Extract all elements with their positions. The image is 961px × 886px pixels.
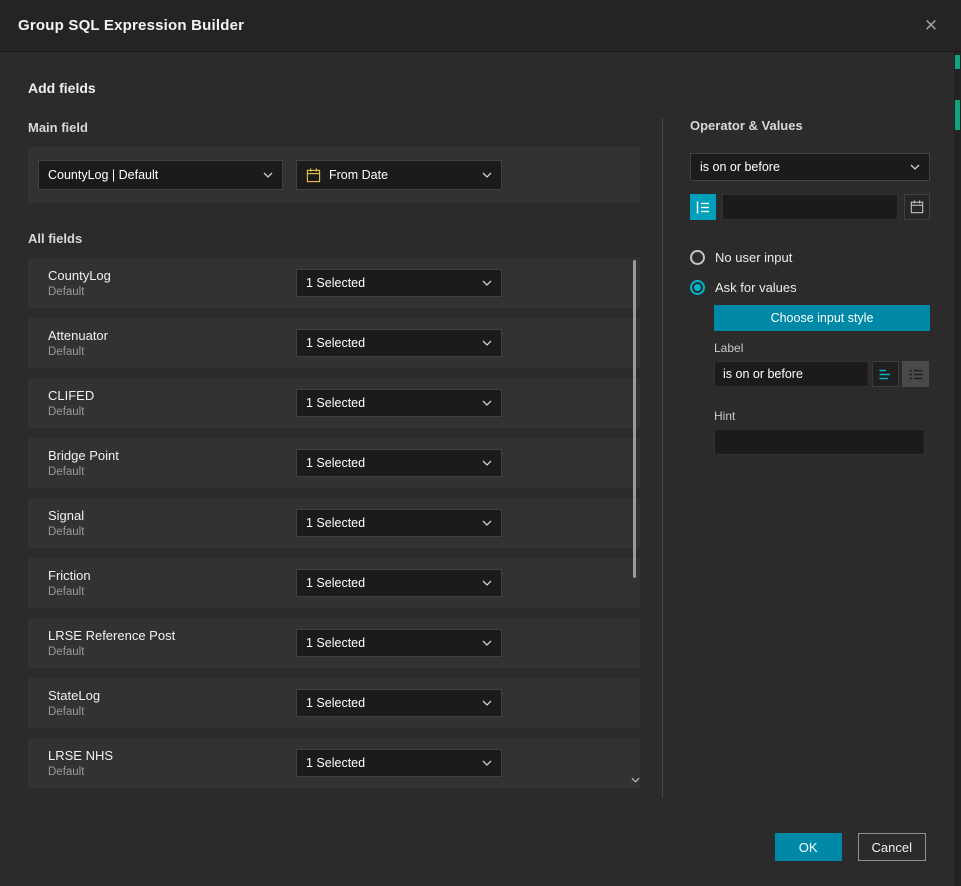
- operator-values-section: Operator & Values is on or before No use…: [690, 118, 930, 455]
- field-row: Bridge Point Default 1 Selected: [28, 438, 640, 488]
- scroll-down-icon[interactable]: [630, 770, 640, 788]
- selected-count-value: 1 Selected: [306, 696, 474, 710]
- main-field-panel: CountyLog | Default From Date: [28, 147, 640, 203]
- chevron-down-icon: [482, 172, 492, 178]
- selected-count-dropdown[interactable]: 1 Selected: [296, 629, 502, 657]
- chevron-down-icon: [910, 164, 920, 170]
- input-style-menu-button[interactable]: [902, 361, 929, 387]
- value-input-row: [690, 194, 930, 220]
- no-user-input-radio[interactable]: No user input: [690, 245, 930, 269]
- field-dropdown-value: From Date: [329, 168, 474, 182]
- selected-count-dropdown[interactable]: 1 Selected: [296, 689, 502, 717]
- chevron-down-icon: [482, 520, 492, 526]
- add-fields-heading: Add fields: [28, 80, 640, 96]
- calendar-icon: [306, 168, 321, 183]
- chevron-down-icon: [482, 460, 492, 466]
- radio-unselected-icon: [690, 250, 705, 265]
- dialog-title: Group SQL Expression Builder: [18, 17, 244, 34]
- chevron-down-icon: [263, 172, 273, 178]
- selected-count-dropdown[interactable]: 1 Selected: [296, 269, 502, 297]
- add-fields-section: Add fields Main field CountyLog | Defaul…: [28, 80, 640, 798]
- chevron-down-icon: [482, 400, 492, 406]
- operator-values-heading: Operator & Values: [690, 118, 930, 133]
- choose-input-style-button[interactable]: Choose input style: [714, 305, 930, 331]
- main-field-label: Main field: [28, 120, 640, 135]
- field-row: CLIFED Default 1 Selected: [28, 378, 640, 428]
- operator-dropdown[interactable]: is on or before: [690, 153, 930, 181]
- chevron-down-icon: [482, 640, 492, 646]
- selected-count-dropdown[interactable]: 1 Selected: [296, 509, 502, 537]
- input-mode-radios: No user input Ask for values: [690, 245, 930, 299]
- selected-count-value: 1 Selected: [306, 516, 474, 530]
- calendar-icon: [910, 200, 924, 214]
- unique-values-button[interactable]: [690, 194, 716, 220]
- close-icon[interactable]: ✕: [919, 14, 943, 38]
- label-field-label: Label: [714, 341, 930, 355]
- ask-for-values-options: Choose input style Label Hint: [714, 305, 930, 455]
- scrollbar-thumb[interactable]: [633, 260, 636, 578]
- scroll-mark: [955, 100, 960, 130]
- selected-count-value: 1 Selected: [306, 276, 474, 290]
- selected-count-dropdown[interactable]: 1 Selected: [296, 569, 502, 597]
- list-scrollbar[interactable]: [630, 258, 640, 788]
- label-input-row: [714, 361, 930, 387]
- column-divider: [662, 118, 663, 798]
- field-row: Signal Default 1 Selected: [28, 498, 640, 548]
- menu-style-icon: [909, 368, 923, 381]
- selected-count-dropdown[interactable]: 1 Selected: [296, 449, 502, 477]
- field-row: CountyLog Default 1 Selected: [28, 258, 640, 308]
- selected-count-dropdown[interactable]: 1 Selected: [296, 329, 502, 357]
- ok-button[interactable]: OK: [775, 833, 842, 861]
- list-style-icon: [879, 368, 893, 381]
- field-row: LRSE Reference Post Default 1 Selected: [28, 618, 640, 668]
- field-row: Friction Default 1 Selected: [28, 558, 640, 608]
- chevron-down-icon: [482, 700, 492, 706]
- values-list-icon: [696, 201, 710, 214]
- selected-count-value: 1 Selected: [306, 456, 474, 470]
- selected-count-value: 1 Selected: [306, 336, 474, 350]
- scroll-mark: [955, 55, 960, 69]
- chevron-down-icon: [482, 280, 492, 286]
- hint-field-label: Hint: [714, 409, 930, 423]
- operator-dropdown-value: is on or before: [700, 160, 902, 174]
- hint-input[interactable]: [714, 429, 925, 455]
- value-date-input[interactable]: [722, 194, 898, 220]
- date-picker-button[interactable]: [904, 194, 930, 220]
- layer-dropdown[interactable]: CountyLog | Default: [38, 160, 283, 190]
- no-user-input-label: No user input: [715, 250, 792, 265]
- field-dropdown[interactable]: From Date: [296, 160, 502, 190]
- field-row: LRSE NHS Default 1 Selected: [28, 738, 640, 788]
- chevron-down-icon: [482, 580, 492, 586]
- chevron-down-icon: [482, 340, 492, 346]
- selected-count-value: 1 Selected: [306, 636, 474, 650]
- selected-count-value: 1 Selected: [306, 756, 474, 770]
- layer-dropdown-value: CountyLog | Default: [48, 168, 255, 182]
- field-row: StateLog Default 1 Selected: [28, 678, 640, 728]
- dialog-header: Group SQL Expression Builder ✕: [0, 0, 961, 52]
- selected-count-dropdown[interactable]: 1 Selected: [296, 389, 502, 417]
- selected-count-value: 1 Selected: [306, 396, 474, 410]
- cancel-button[interactable]: Cancel: [858, 833, 926, 861]
- ask-for-values-radio[interactable]: Ask for values: [690, 275, 930, 299]
- all-fields-label: All fields: [28, 231, 640, 246]
- ask-for-values-label: Ask for values: [715, 280, 797, 295]
- all-fields-list: CountyLog Default 1 Selected Attenuator …: [28, 258, 640, 788]
- selected-count-value: 1 Selected: [306, 576, 474, 590]
- chevron-down-icon: [482, 760, 492, 766]
- dialog-footer: OK Cancel: [775, 833, 926, 861]
- label-input[interactable]: [714, 361, 869, 387]
- group-sql-expression-builder-dialog: Group SQL Expression Builder ✕ Add field…: [0, 0, 961, 886]
- selected-count-dropdown[interactable]: 1 Selected: [296, 749, 502, 777]
- input-style-list-button[interactable]: [872, 361, 899, 387]
- field-row: Attenuator Default 1 Selected: [28, 318, 640, 368]
- radio-selected-icon: [690, 280, 705, 295]
- edge-scrollbar[interactable]: [954, 52, 961, 886]
